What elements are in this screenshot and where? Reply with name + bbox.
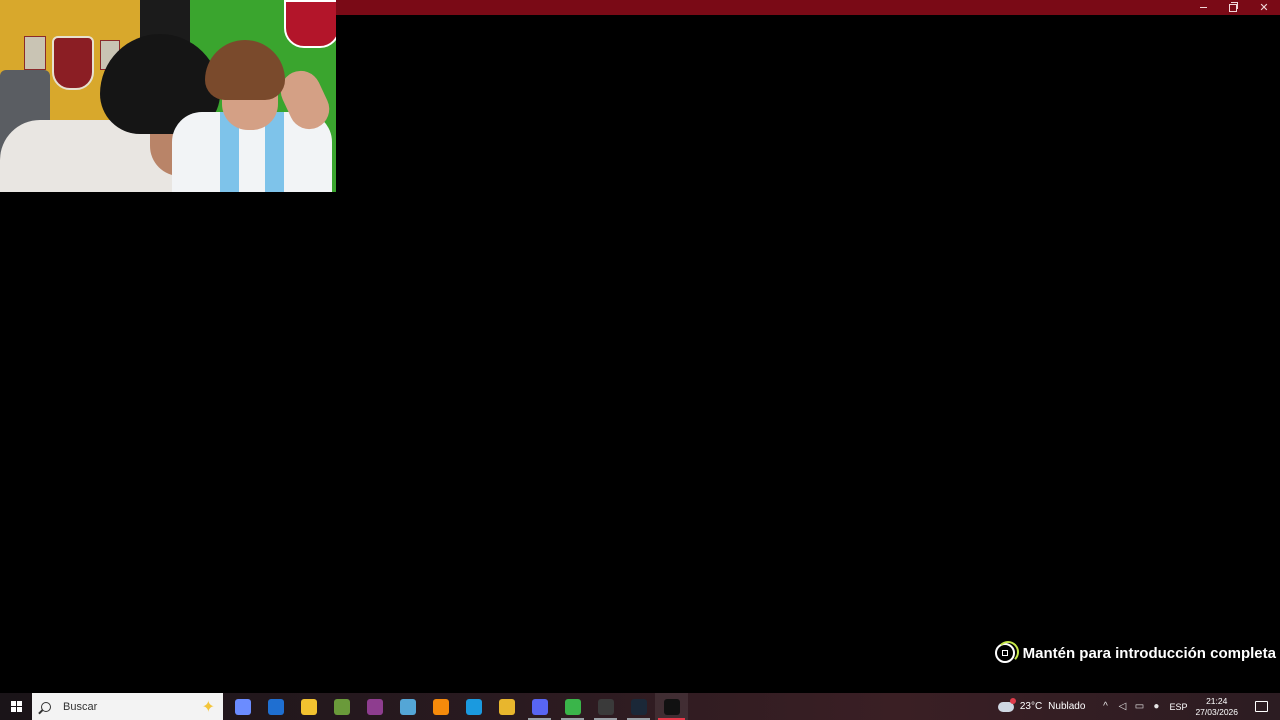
webcam-club-crest (52, 36, 94, 90)
search-icon (41, 701, 51, 712)
taskbar-app-fc-game[interactable] (655, 693, 688, 720)
taskbar: Buscar ✦ 23°C Nublado ^ ◁ ▭ ● ESP 21:24 … (0, 693, 1280, 720)
clock[interactable]: 21:24 27/03/2026 (1195, 696, 1238, 718)
hold-button-icon (994, 641, 1019, 663)
search-placeholder: Buscar (63, 700, 98, 713)
taskbar-app-edge[interactable] (457, 693, 490, 720)
clock-date: 27/03/2026 (1195, 706, 1238, 717)
minimize-icon (1199, 7, 1207, 8)
notepad-icon (399, 698, 416, 715)
webcam-club-crest (284, 0, 336, 48)
notification-icon (1254, 701, 1268, 712)
webcam-overlay (0, 0, 336, 192)
taskbar-app-steam[interactable] (622, 693, 655, 720)
taskbar-app-file-explorer[interactable] (292, 693, 325, 720)
chevron-up-icon[interactable]: ^ (1097, 701, 1113, 712)
taskbar-apps (226, 693, 688, 720)
language-indicator[interactable]: ESP (1169, 702, 1187, 712)
cloud-icon (997, 697, 1016, 712)
minecraft-icon (333, 698, 350, 715)
vlc-icon (432, 698, 449, 715)
outlook-icon (267, 698, 284, 715)
steam-icon (630, 698, 647, 715)
speaker-icon[interactable]: ◁ (1114, 701, 1130, 712)
hold-to-skip-prompt[interactable]: Mantén para introducción completa (994, 641, 1276, 663)
sparkle-icon: ✦ (201, 699, 215, 716)
notification-center-button[interactable] (1250, 693, 1272, 720)
close-icon: ✕ (1259, 2, 1269, 14)
fc-game-icon (663, 698, 680, 715)
taskbar-app-copilot[interactable] (226, 693, 259, 720)
obs-icon (597, 698, 614, 715)
taskbar-app-chrome-profile[interactable] (556, 693, 589, 720)
webcam-pennant (24, 36, 46, 70)
taskbar-app-outlook[interactable] (259, 693, 292, 720)
minimize-button[interactable] (1188, 0, 1218, 15)
taskbar-app-winrar[interactable] (358, 693, 391, 720)
edge-icon (465, 698, 482, 715)
prompt-text: Mantén para introducción completa (1022, 644, 1276, 662)
winrar-icon (366, 698, 383, 715)
network-icon[interactable]: ▭ (1131, 701, 1147, 712)
taskbar-app-discord[interactable] (523, 693, 556, 720)
weather-widget[interactable]: 23°C Nublado (997, 697, 1086, 712)
chrome-profile-icon (564, 698, 581, 715)
restore-button[interactable] (1218, 0, 1248, 15)
taskbar-app-vlc[interactable] (424, 693, 457, 720)
restore-icon (1229, 1, 1238, 12)
taskbar-app-notepad[interactable] (391, 693, 424, 720)
microphone-icon[interactable]: ● (1148, 701, 1164, 712)
chrome-icon (498, 698, 515, 715)
file-explorer-icon (300, 698, 317, 715)
system-tray: 23°C Nublado ^ ◁ ▭ ● ESP 21:24 27/03/202… (997, 693, 1280, 720)
weather-condition: Nublado (1048, 701, 1086, 712)
taskbar-app-obs[interactable] (589, 693, 622, 720)
start-button[interactable] (0, 693, 32, 720)
copilot-icon (234, 698, 251, 715)
close-button[interactable]: ✕ (1249, 0, 1279, 15)
taskbar-app-chrome[interactable] (490, 693, 523, 720)
windows-icon (10, 701, 22, 712)
discord-icon (531, 698, 548, 715)
taskbar-app-minecraft[interactable] (325, 693, 358, 720)
clock-time: 21:24 (1206, 695, 1228, 706)
weather-temperature: 23°C (1019, 701, 1043, 712)
taskbar-search[interactable]: Buscar ✦ (32, 693, 223, 720)
